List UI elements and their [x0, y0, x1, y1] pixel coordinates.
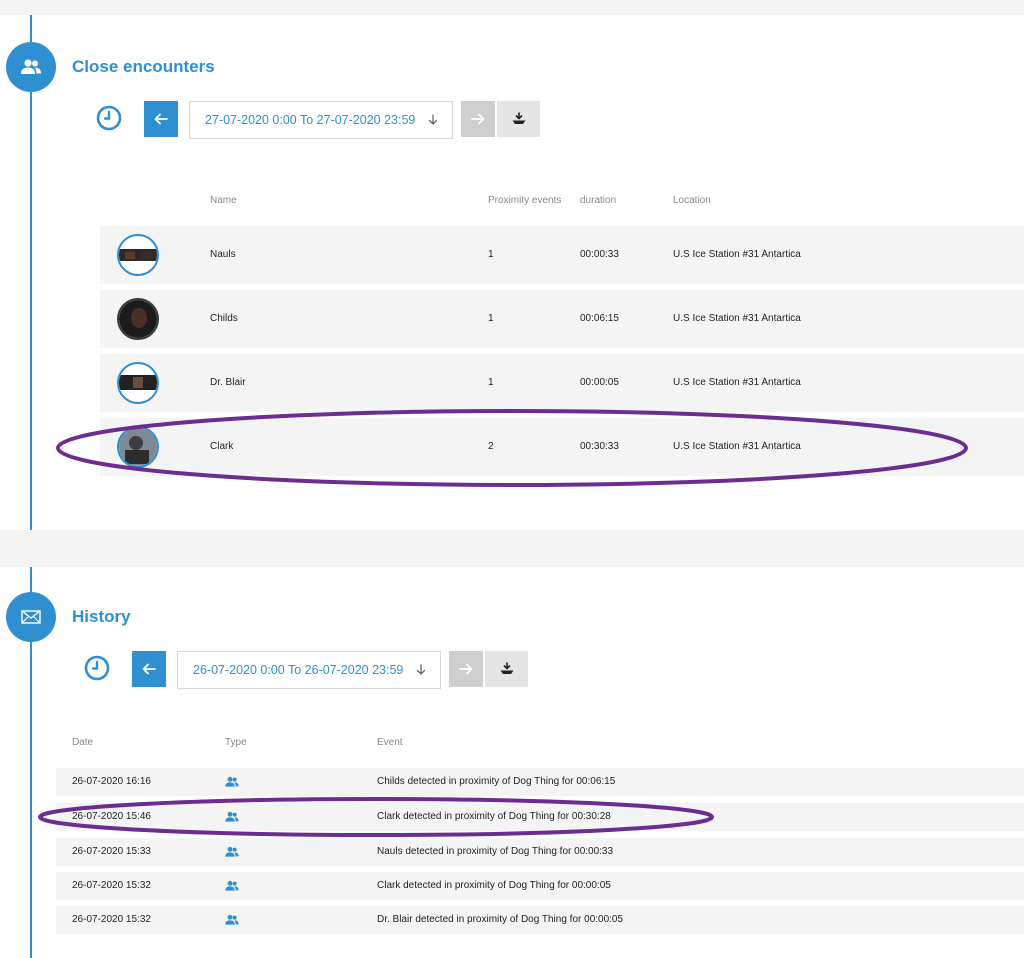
- avatar: [117, 362, 159, 404]
- users-icon: [21, 59, 41, 74]
- arrow-right-icon: [471, 113, 485, 125]
- download-icon: [500, 662, 513, 674]
- clock-icon[interactable]: [84, 655, 110, 681]
- encounter-name: Childs: [210, 313, 238, 324]
- encounter-row[interactable]: Nauls 1 00:00:33 U.S Ice Station #31 Ant…: [100, 226, 1024, 284]
- arrow-down-icon: [416, 664, 426, 675]
- history-date: 26-07-2020 15:46: [72, 811, 151, 822]
- timeline-line: [30, 15, 32, 530]
- history-row[interactable]: 26-07-2020 15:46 Clark detected in proxi…: [56, 803, 1024, 831]
- history-title: History: [72, 607, 131, 626]
- history-event: Dr. Blair detected in proximity of Dog T…: [377, 914, 624, 925]
- column-header-date[interactable]: Date: [72, 737, 93, 748]
- users-icon: [225, 776, 239, 787]
- users-icon: [225, 914, 239, 925]
- history-date: 26-07-2020 15:32: [72, 880, 151, 891]
- encounter-duration: 00:00:33: [580, 249, 619, 260]
- encounters-date-range-selector[interactable]: 27-07-2020 0:00 To 27-07-2020 23:59: [189, 101, 453, 139]
- encounter-duration: 00:30:33: [580, 441, 619, 452]
- arrow-left-icon: [154, 113, 168, 125]
- next-day-button[interactable]: [449, 651, 483, 687]
- encounter-proximity-count: 1: [488, 249, 494, 260]
- users-icon: [225, 811, 239, 822]
- encounters-title: Close encounters: [72, 57, 215, 76]
- next-day-button[interactable]: [461, 101, 495, 137]
- history-date-range-selector[interactable]: 26-07-2020 0:00 To 26-07-2020 23:59: [177, 651, 441, 689]
- clock-icon[interactable]: [96, 105, 122, 131]
- encounter-location: U.S Ice Station #31 Antartica: [673, 441, 801, 452]
- encounter-name: Nauls: [210, 249, 236, 260]
- history-event: Childs detected in proximity of Dog Thin…: [377, 776, 616, 787]
- history-row[interactable]: 26-07-2020 15:32 Clark detected in proxi…: [56, 872, 1024, 900]
- avatar: [117, 298, 159, 340]
- encounter-name: Dr. Blair: [210, 377, 246, 388]
- encounter-proximity-count: 1: [488, 377, 494, 388]
- encounter-row[interactable]: Clark 2 00:30:33 U.S Ice Station #31 Ant…: [100, 418, 1024, 476]
- download-icon: [512, 112, 525, 124]
- envelope-icon: [21, 610, 41, 624]
- column-header-event[interactable]: Event: [377, 737, 403, 748]
- history-date: 26-07-2020 16:16: [72, 776, 151, 787]
- encounter-location: U.S Ice Station #31 Antartica: [673, 377, 801, 388]
- encounter-row[interactable]: Childs 1 00:06:15 U.S Ice Station #31 An…: [100, 290, 1024, 348]
- column-header-name[interactable]: Name: [210, 195, 237, 206]
- previous-day-button[interactable]: [144, 101, 178, 137]
- users-icon: [225, 880, 239, 891]
- history-event: Clark detected in proximity of Dog Thing…: [377, 880, 611, 891]
- column-header-duration[interactable]: duration: [580, 195, 616, 206]
- encounter-duration: 00:06:15: [580, 313, 619, 324]
- arrow-left-icon: [142, 663, 156, 675]
- encounter-proximity-count: 1: [488, 313, 494, 324]
- users-icon: [225, 846, 239, 857]
- column-header-location[interactable]: Location: [673, 195, 711, 206]
- history-row[interactable]: 26-07-2020 16:16 Childs detected in prox…: [56, 768, 1024, 796]
- encounter-duration: 00:00:05: [580, 377, 619, 388]
- arrow-right-icon: [459, 663, 473, 675]
- history-row[interactable]: 26-07-2020 15:32 Dr. Blair detected in p…: [56, 906, 1024, 934]
- history-date: 26-07-2020 15:33: [72, 846, 151, 857]
- history-row[interactable]: 26-07-2020 15:33 Nauls detected in proxi…: [56, 838, 1024, 866]
- previous-day-button[interactable]: [132, 651, 166, 687]
- export-button[interactable]: [485, 651, 528, 687]
- date-range-text: 26-07-2020 0:00 To 26-07-2020 23:59: [193, 663, 404, 677]
- encounter-name: Clark: [210, 441, 234, 452]
- history-event: Nauls detected in proximity of Dog Thing…: [377, 846, 614, 857]
- avatar: [117, 426, 159, 468]
- avatar: [117, 234, 159, 276]
- encounter-location: U.S Ice Station #31 Antartica: [673, 249, 801, 260]
- encounters-section-icon: [6, 42, 56, 92]
- export-button[interactable]: [497, 101, 540, 137]
- history-event: Clark detected in proximity of Dog Thing…: [377, 811, 611, 822]
- arrow-down-icon: [428, 114, 438, 125]
- encounter-proximity-count: 2: [488, 441, 494, 452]
- encounter-row[interactable]: Dr. Blair 1 00:00:05 U.S Ice Station #31…: [100, 354, 1024, 412]
- column-header-proximity-events[interactable]: Proximity events: [488, 195, 561, 206]
- history-section-icon: [6, 592, 56, 642]
- date-range-text: 27-07-2020 0:00 To 27-07-2020 23:59: [205, 113, 416, 127]
- encounter-location: U.S Ice Station #31 Antartica: [673, 313, 801, 324]
- history-date: 26-07-2020 15:32: [72, 914, 151, 925]
- column-header-type[interactable]: Type: [225, 737, 247, 748]
